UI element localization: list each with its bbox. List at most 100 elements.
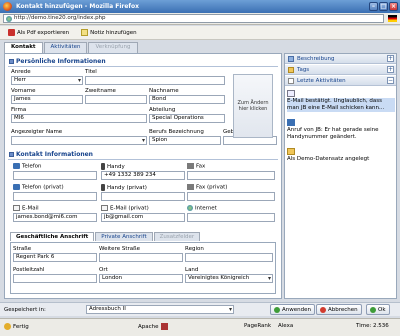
activity-item[interactable]: E-Mail bestätigt. Unglaublich, dass man … <box>287 90 395 112</box>
close-window-button[interactable]: × <box>389 2 398 11</box>
contact-info-header[interactable]: Kontakt Informationen <box>9 151 93 158</box>
activity-item[interactable]: Als Demo-Datensatz angelegt <box>287 148 395 163</box>
activity-text: E-Mail bestätigt. Unglaublich, dass man … <box>287 98 395 112</box>
minimize-button[interactable]: – <box>369 2 378 11</box>
pagerank-label: PageRank <box>244 323 272 329</box>
contact-photo[interactable]: Zum Ändern hier klicken <box>233 74 273 138</box>
collapse-icon[interactable]: − <box>387 77 394 84</box>
window-title: Kontakt hinzufügen - Mozilla Firefox <box>16 3 140 10</box>
land-select[interactable]: Vereinigtes Königreich <box>185 274 273 283</box>
telefon-privat-field[interactable] <box>13 192 97 201</box>
handy-label: Handy <box>101 163 125 170</box>
region-label: Region <box>185 246 204 252</box>
letzte-aktivitaeten-title: Letzte Aktivitäten <box>297 77 346 84</box>
personal-info-header[interactable]: Persönliche Informationen <box>9 58 106 65</box>
telefon-privat-label-text: Telefon (privat) <box>22 184 64 191</box>
abteilung-field[interactable]: Special Operations <box>149 114 225 123</box>
zweitname-label: Zweitname <box>85 88 116 94</box>
beruf-label: Berufs Bezeichnung <box>149 129 204 135</box>
firma-field[interactable]: MI6 <box>11 114 147 123</box>
ort-field[interactable]: London <box>99 274 183 283</box>
dialog-toolbar: Als Pdf exportieren Notiz hinzufügen <box>0 26 400 40</box>
phone-icon <box>287 119 295 126</box>
activity-item[interactable]: Anruf von JB: Er hat gerade seine Handyn… <box>287 119 395 141</box>
handy-field[interactable]: +49 1332 389 234 <box>101 171 185 180</box>
telefon-field[interactable] <box>13 171 97 180</box>
tab-private-anschrift[interactable]: Private Anschrift <box>95 232 153 241</box>
angezeigter-name-select[interactable] <box>11 136 147 145</box>
fax-label-text: Fax <box>196 163 206 170</box>
description-icon <box>288 55 294 62</box>
apache-indicator: Apache <box>138 323 168 330</box>
fax-privat-label: Fax (privat) <box>187 184 227 191</box>
mobile-phone-icon <box>101 184 105 191</box>
pagerank-indicator: PageRank <box>244 323 271 329</box>
internet-label: Internet <box>187 205 217 212</box>
fax-field[interactable] <box>187 171 275 180</box>
email-field[interactable]: james.bond@mi6.com <box>13 213 97 222</box>
beruf-field[interactable]: Spion <box>149 136 221 145</box>
phone-icon <box>13 184 20 190</box>
check-icon <box>370 306 376 313</box>
address-panel: Straße Weitere Straße Region Regent Park… <box>10 242 276 294</box>
fax-privat-field[interactable] <box>187 192 275 201</box>
weitere-strasse-field[interactable] <box>99 253 183 262</box>
time-indicator: Time: 2.536 <box>356 323 389 329</box>
sidebar-panel: Beschreibung + Tags + Letzte Aktivitäten… <box>284 53 397 299</box>
contact-info-title: Kontakt Informationen <box>16 151 93 158</box>
contact-form-panel: Persönliche Informationen Anrede Titel H… <box>4 53 282 299</box>
collapse-icon <box>9 59 14 64</box>
maximize-button[interactable]: □ <box>379 2 388 11</box>
handy-privat-field[interactable] <box>101 192 185 201</box>
pdf-icon <box>8 29 15 36</box>
activity-text: Als Demo-Datensatz angelegt <box>287 156 370 162</box>
saved-in-label: Gespeichert in: <box>4 307 46 313</box>
titel-field[interactable] <box>85 76 225 85</box>
note-icon <box>81 29 89 36</box>
abteilung-label: Abteilung <box>149 107 176 113</box>
anrede-select[interactable]: Herr <box>11 76 83 85</box>
tab-aktivitaeten[interactable]: Aktivitäten <box>43 42 88 53</box>
expand-icon[interactable]: + <box>387 66 394 73</box>
tab-kontakt[interactable]: Kontakt <box>4 42 43 53</box>
region-field[interactable] <box>185 253 273 262</box>
fax-icon <box>187 184 194 190</box>
internet-field[interactable] <box>187 213 275 222</box>
apply-button[interactable]: Anwenden <box>270 304 315 315</box>
addressbook-value: Adressbuch II <box>89 306 126 312</box>
add-note-button[interactable]: Notiz hinzufügen <box>77 27 140 38</box>
plz-field[interactable] <box>13 274 97 283</box>
tab-zusatzfelder[interactable]: Zusatzfelder <box>153 232 201 241</box>
email-privat-label: E-Mail (privat) <box>101 205 149 212</box>
ok-button[interactable]: Ok <box>366 304 390 315</box>
vorname-field[interactable]: James <box>11 95 83 104</box>
german-flag-icon[interactable] <box>388 15 397 22</box>
mail-icon <box>101 205 108 211</box>
tab-geschaeftliche-anschrift[interactable]: Geschäftliche Anschrift <box>10 232 95 241</box>
export-pdf-button[interactable]: Als Pdf exportieren <box>4 27 73 38</box>
tags-header[interactable]: Tags + <box>285 65 396 75</box>
phone-icon <box>13 163 20 169</box>
fax-icon <box>187 163 194 169</box>
email-label-text: E-Mail <box>22 205 39 212</box>
addressbook-select[interactable]: Adressbuch II <box>86 305 234 314</box>
fax-privat-label-text: Fax (privat) <box>196 184 228 191</box>
email-privat-label-text: E-Mail (privat) <box>110 205 149 212</box>
status-icon <box>4 323 11 330</box>
tag-icon <box>288 66 294 73</box>
handy-label-text: Handy <box>107 164 125 170</box>
status-indicator: Fertig <box>4 323 29 330</box>
zweitname-field[interactable] <box>85 95 147 104</box>
section-divider <box>8 159 278 160</box>
tab-verknuepfung[interactable]: Verknüpfung <box>88 42 138 53</box>
email-privat-field[interactable]: jb@gmail.com <box>101 213 185 222</box>
expand-icon[interactable]: + <box>387 55 394 62</box>
letzte-aktivitaeten-header[interactable]: Letzte Aktivitäten − <box>285 76 396 86</box>
strasse-field[interactable]: Regent Park 6 <box>13 253 97 262</box>
nachname-field[interactable]: Bond <box>149 95 225 104</box>
beschreibung-header[interactable]: Beschreibung + <box>285 54 396 64</box>
titel-label: Titel <box>85 69 97 75</box>
cancel-button[interactable]: Abbrechen <box>316 304 362 315</box>
folder-icon <box>287 148 295 155</box>
url-field[interactable]: http://demo.tine20.org/index.php <box>3 14 384 23</box>
